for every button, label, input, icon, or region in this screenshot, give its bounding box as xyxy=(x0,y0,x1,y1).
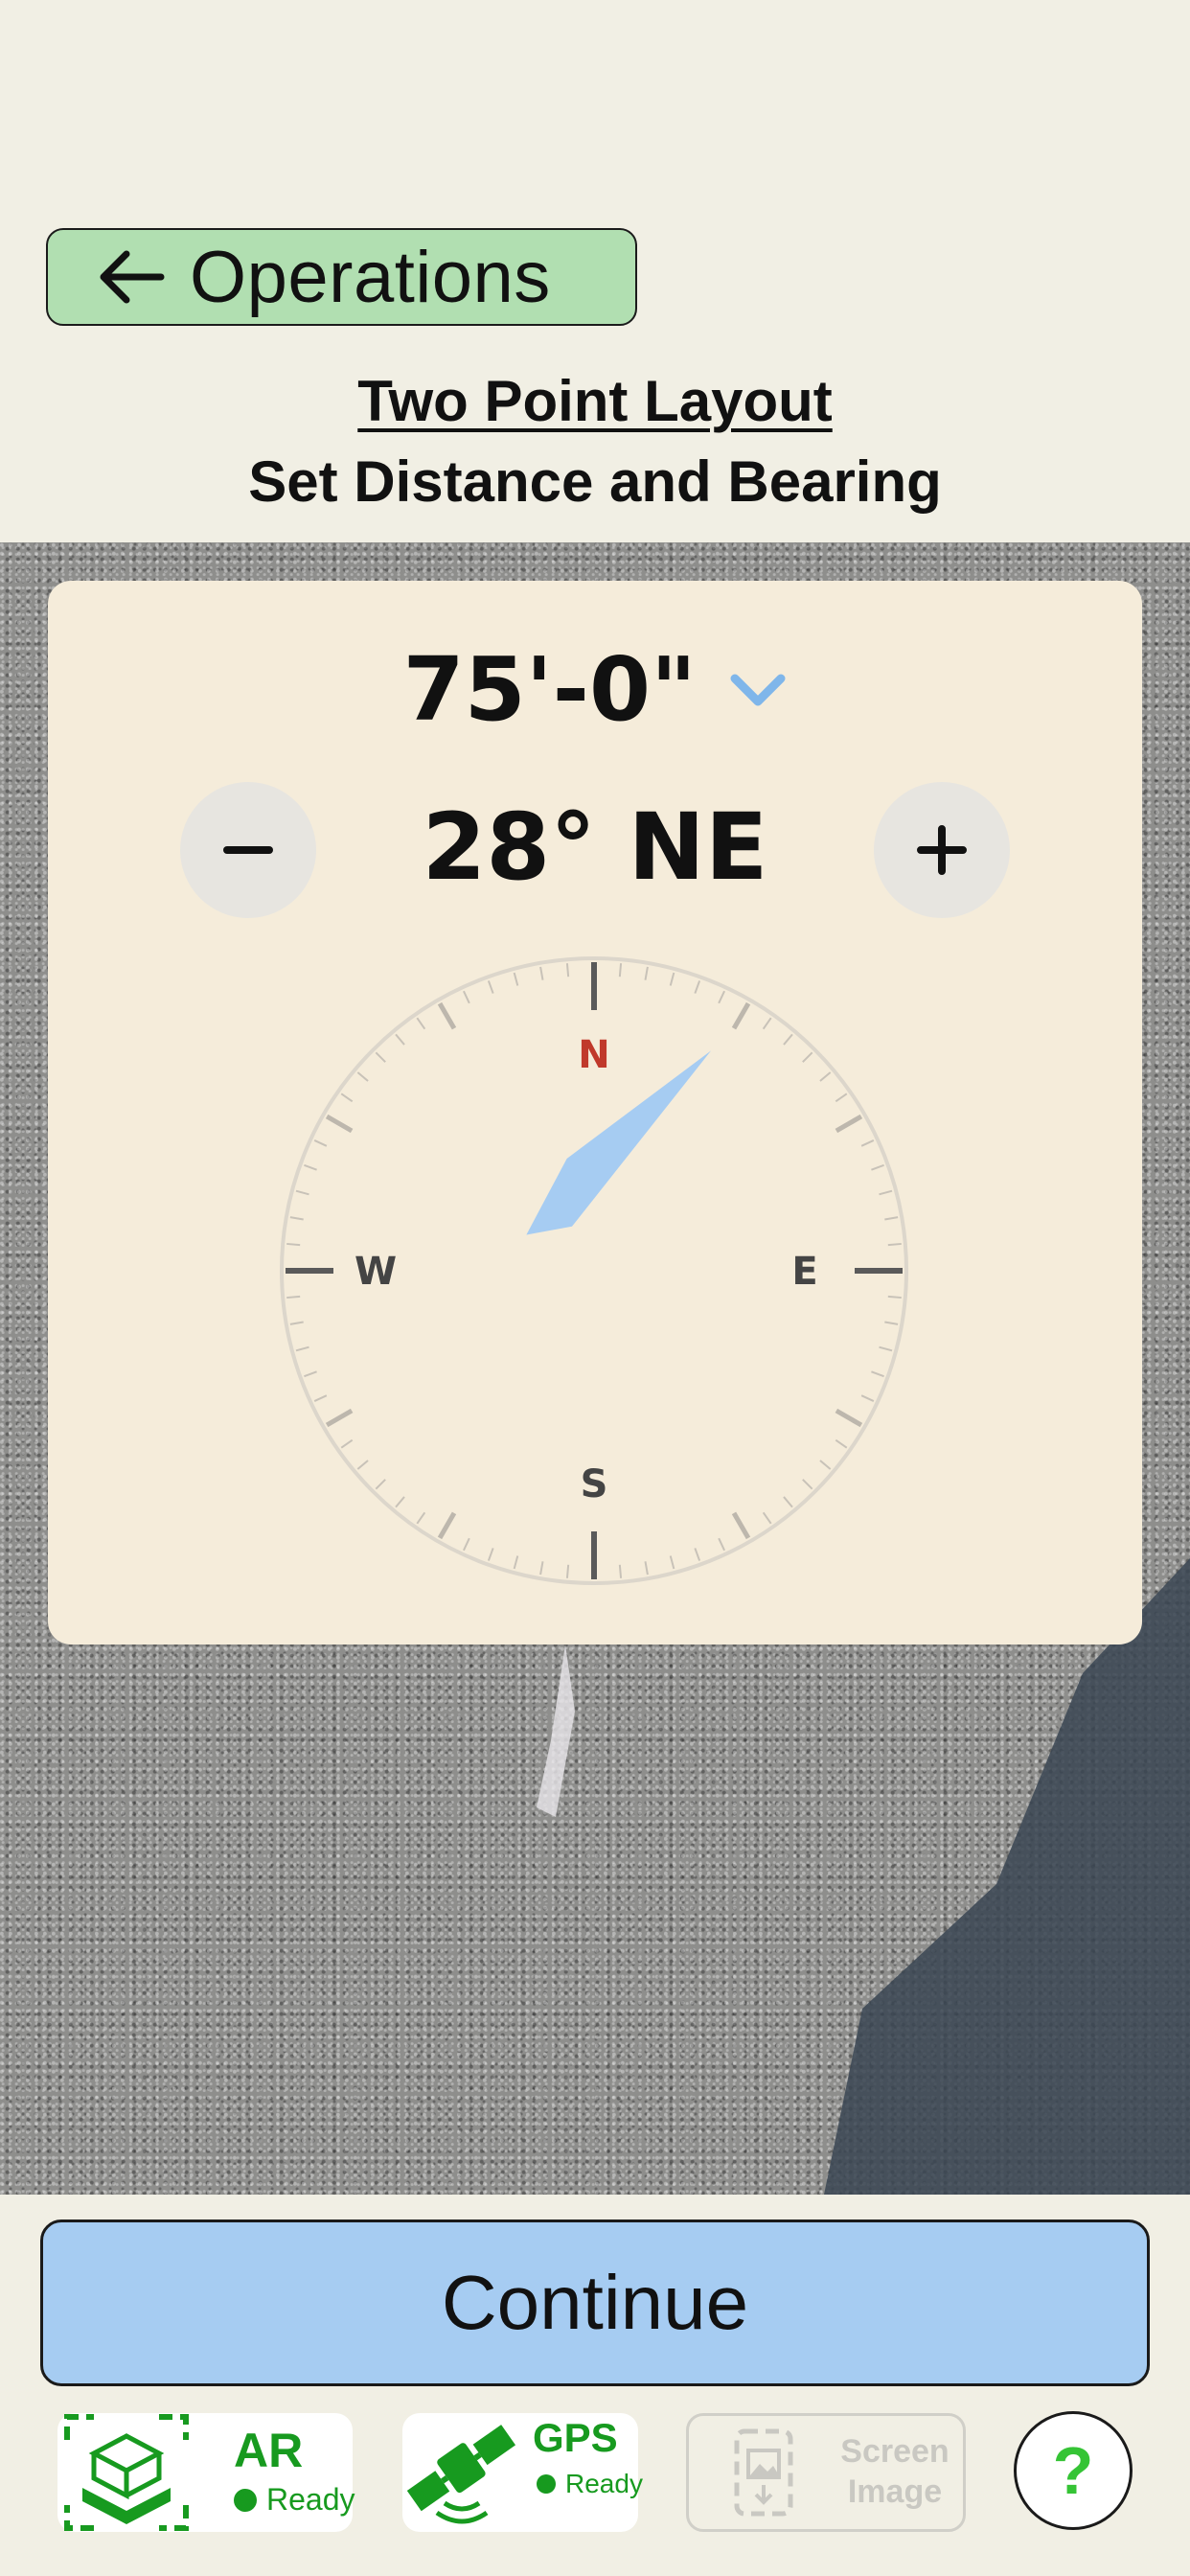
distance-value: 75'-0" xyxy=(402,638,697,741)
gps-status-dot xyxy=(537,2474,556,2494)
continue-button-label: Continue xyxy=(441,2260,749,2345)
plus-icon xyxy=(917,825,967,875)
compass-tick xyxy=(286,1295,301,1300)
compass-tick xyxy=(887,1242,902,1247)
increase-bearing-button[interactable] xyxy=(874,782,1010,918)
decrease-bearing-button[interactable] xyxy=(180,782,316,918)
compass-tick xyxy=(565,963,570,978)
back-button-label: Operations xyxy=(190,236,551,318)
top-header-area: Operations Two Point Layout Set Distance… xyxy=(0,0,1190,542)
screen-image-icon xyxy=(734,2428,793,2517)
continue-button[interactable]: Continue xyxy=(40,2220,1150,2386)
compass-tick xyxy=(887,1295,902,1300)
gps-status-state: Ready xyxy=(537,2469,643,2499)
compass-east-label: E xyxy=(791,1250,817,1294)
screen-image-line1: Screen xyxy=(840,2433,950,2470)
ar-status-button[interactable]: AR Ready xyxy=(57,2413,355,2532)
ar-status-state: Ready xyxy=(234,2482,355,2518)
screen-image-button[interactable]: Screen Image xyxy=(686,2413,966,2532)
back-arrow-icon xyxy=(100,250,165,304)
compass: N S E W xyxy=(280,956,908,1585)
page-title: Two Point Layout xyxy=(357,369,833,433)
ar-cube-icon xyxy=(64,2414,189,2531)
compass-south-label: S xyxy=(581,1462,608,1506)
distance-selector[interactable]: 75'-0" xyxy=(48,638,1142,741)
page-subtitle: Set Distance and Bearing xyxy=(248,449,942,514)
gps-status-label: Ready xyxy=(565,2469,643,2498)
screen-image-line2: Image xyxy=(847,2473,943,2510)
compass-tick xyxy=(618,963,623,978)
ar-status-dot xyxy=(234,2488,257,2512)
chevron-down-icon xyxy=(730,674,786,705)
bearing-value: 28° NE xyxy=(422,794,768,901)
screen-image-label: Screen Image xyxy=(823,2431,967,2512)
gps-status-button[interactable]: GPS Ready xyxy=(402,2413,643,2532)
compass-west-label: W xyxy=(355,1250,397,1294)
minus-icon xyxy=(223,846,273,854)
compass-tick xyxy=(286,1242,301,1247)
compass-tick xyxy=(618,1564,623,1578)
compass-tick xyxy=(565,1564,570,1578)
help-icon: ? xyxy=(1052,2433,1094,2508)
gps-status-title: GPS xyxy=(533,2415,618,2460)
back-button[interactable]: Operations xyxy=(46,228,637,326)
help-button[interactable]: ? xyxy=(1014,2411,1133,2530)
compass-north-label: N xyxy=(578,1033,609,1077)
ar-status-label: Ready xyxy=(266,2482,355,2517)
bearing-card: 75'-0" 28° NE N S E W xyxy=(48,581,1142,1644)
ar-status-title: AR xyxy=(234,2424,304,2477)
satellite-icon xyxy=(406,2425,516,2524)
